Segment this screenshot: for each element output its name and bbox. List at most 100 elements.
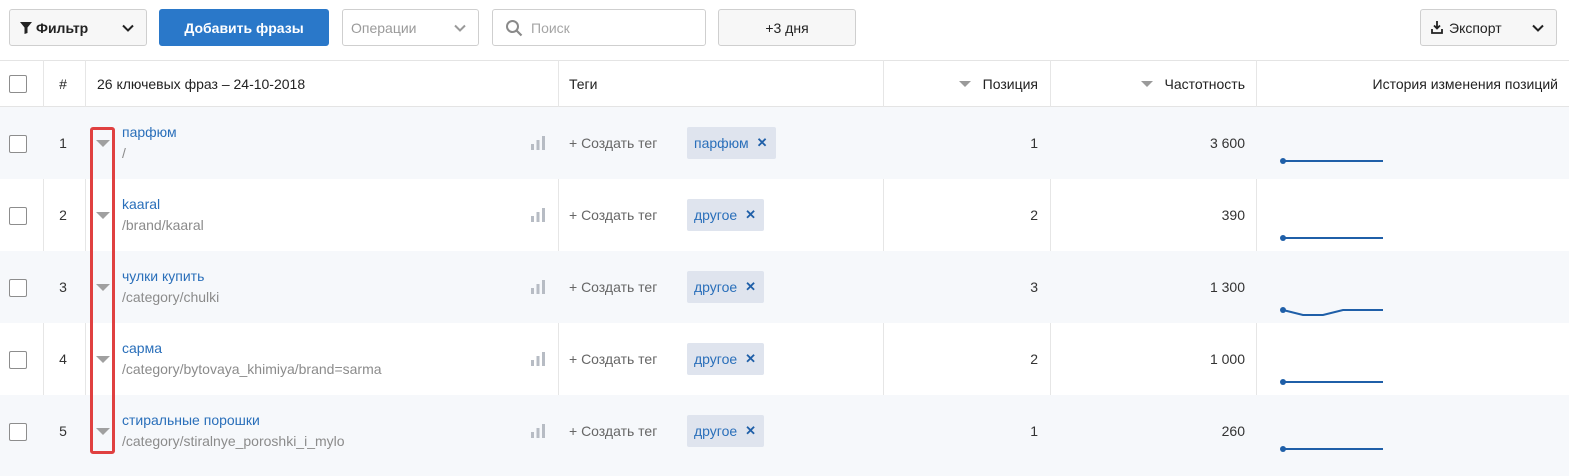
table-header: # 26 ключевых фраз – 24-10-2018 Теги Поз…: [0, 60, 1569, 107]
search-box[interactable]: [492, 9, 706, 46]
expand-arrows-highlight: [90, 127, 115, 454]
sparkline-start-point: [1280, 235, 1286, 241]
create-tag-button[interactable]: + Создать тег: [569, 351, 657, 367]
filter-dropdown[interactable]: Фильтр: [9, 9, 147, 46]
bar-chart-icon[interactable]: [530, 424, 546, 438]
position-history-sparkline: [1280, 379, 1383, 385]
row-checkbox[interactable]: [9, 207, 27, 225]
sort-arrow-icon: [1140, 81, 1153, 88]
tag-label: парфюм: [694, 135, 749, 151]
row-number: 3: [59, 279, 67, 295]
funnel-icon: [20, 21, 32, 34]
download-icon: [1431, 21, 1443, 34]
row-checkbox[interactable]: [9, 135, 27, 153]
row-checkbox[interactable]: [9, 279, 27, 297]
phrase-url: /brand/kaaral: [122, 217, 204, 233]
bar-chart-icon[interactable]: [530, 280, 546, 294]
header-frequency[interactable]: Частотность: [1052, 76, 1245, 92]
remove-tag-icon[interactable]: ✕: [757, 135, 768, 151]
create-tag-button[interactable]: + Создать тег: [569, 207, 657, 223]
create-tag-button[interactable]: + Создать тег: [569, 279, 657, 295]
create-tag-button[interactable]: + Создать тег: [569, 135, 657, 151]
chevron-down-icon: [454, 24, 466, 32]
row-checkbox[interactable]: [9, 423, 27, 441]
sparkline-start-point: [1280, 307, 1286, 313]
tag-chip: парфюм ✕: [687, 127, 776, 159]
position-value: 1: [1030, 135, 1038, 151]
phrase-link[interactable]: чулки купить: [122, 268, 204, 284]
table-row: 3 чулки купить /category/chulki + Создат…: [0, 251, 1569, 323]
header-position[interactable]: Позиция: [884, 76, 1038, 92]
frequency-value: 260: [1221, 423, 1245, 439]
header-num: #: [59, 76, 67, 92]
plus-3-days-button[interactable]: +3 дня: [718, 9, 856, 46]
search-icon: [506, 19, 523, 36]
frequency-value: 1 300: [1209, 279, 1245, 295]
header-frequency-label: Частотность: [1164, 76, 1246, 92]
table-row: 1 парфюм / + Создать тег парфюм ✕ 1 3 600: [0, 107, 1569, 179]
row-checkbox[interactable]: [9, 351, 27, 369]
chevron-down-icon: [1532, 24, 1544, 32]
create-tag-button[interactable]: + Создать тег: [569, 423, 657, 439]
toolbar: Фильтр Добавить фразы Операции +3 дня Эк…: [0, 0, 1569, 60]
select-all-checkbox[interactable]: [9, 75, 27, 93]
tag-label: другое: [694, 279, 738, 295]
header-tags: Теги: [569, 76, 598, 92]
remove-tag-icon[interactable]: ✕: [745, 279, 756, 295]
bar-chart-icon[interactable]: [530, 136, 546, 150]
position-value: 3: [1030, 279, 1038, 295]
bar-chart-icon[interactable]: [530, 352, 546, 366]
row-number: 5: [59, 423, 67, 439]
operations-label: Операции: [351, 19, 417, 36]
remove-tag-icon[interactable]: ✕: [745, 351, 756, 367]
frequency-value: 3 600: [1209, 135, 1245, 151]
add-phrases-button[interactable]: Добавить фразы: [159, 9, 329, 46]
bar-chart-icon[interactable]: [530, 208, 546, 222]
chevron-down-icon: [122, 24, 134, 32]
export-label: Экспорт: [1449, 19, 1502, 36]
sort-arrow-icon: [958, 81, 971, 88]
tag-chip: другое ✕: [687, 343, 765, 375]
sparkline-start-point: [1280, 446, 1286, 452]
table-row: 2 kaaral /brand/kaaral + Создать тег дру…: [0, 179, 1569, 251]
phrase-url: /category/bytovaya_khimiya/brand=sarma: [122, 361, 382, 377]
position-history-sparkline: [1280, 158, 1383, 164]
header-position-label: Позиция: [982, 76, 1038, 92]
phrase-url: /category/stiralnye_poroshki_i_mylo: [122, 433, 345, 449]
sparkline-line: [1282, 309, 1383, 316]
phrase-link[interactable]: стиральные порошки: [122, 412, 260, 428]
position-value: 1: [1030, 423, 1038, 439]
phrase-link[interactable]: парфюм: [122, 124, 177, 140]
remove-tag-icon[interactable]: ✕: [745, 423, 756, 439]
row-number: 4: [59, 351, 67, 367]
tag-label: другое: [694, 351, 738, 367]
phrase-link[interactable]: сарма: [122, 340, 162, 356]
filter-label: Фильтр: [36, 19, 89, 36]
phrase-url: /: [122, 145, 126, 161]
header-phrases: 26 ключевых фраз – 24-10-2018: [97, 76, 306, 92]
table-row: 4 сарма /category/bytovaya_khimiya/brand…: [0, 323, 1569, 395]
position-history-sparkline: [1280, 446, 1383, 452]
tag-label: другое: [694, 207, 738, 223]
row-number: 1: [59, 135, 67, 151]
export-dropdown[interactable]: Экспорт: [1420, 9, 1557, 46]
position-history-sparkline: [1280, 307, 1383, 316]
position-value: 2: [1030, 207, 1038, 223]
search-input[interactable]: [531, 19, 691, 36]
frequency-value: 1 000: [1209, 351, 1245, 367]
tag-chip: другое ✕: [687, 271, 765, 303]
position-value: 2: [1030, 351, 1038, 367]
remove-tag-icon[interactable]: ✕: [745, 207, 756, 223]
phrase-link[interactable]: kaaral: [122, 196, 160, 212]
tag-label: другое: [694, 423, 738, 439]
operations-dropdown[interactable]: Операции: [342, 9, 479, 46]
table-row: 5 стиральные порошки /category/stiralnye…: [0, 395, 1569, 476]
frequency-value: 390: [1221, 207, 1245, 223]
sparkline-start-point: [1280, 379, 1286, 385]
sparkline-start-point: [1280, 158, 1286, 164]
row-number: 2: [59, 207, 67, 223]
tag-chip: другое ✕: [687, 199, 765, 231]
header-history: История изменения позиций: [1372, 76, 1558, 92]
tag-chip: другое ✕: [687, 415, 765, 447]
phrase-url: /category/chulki: [122, 289, 220, 305]
